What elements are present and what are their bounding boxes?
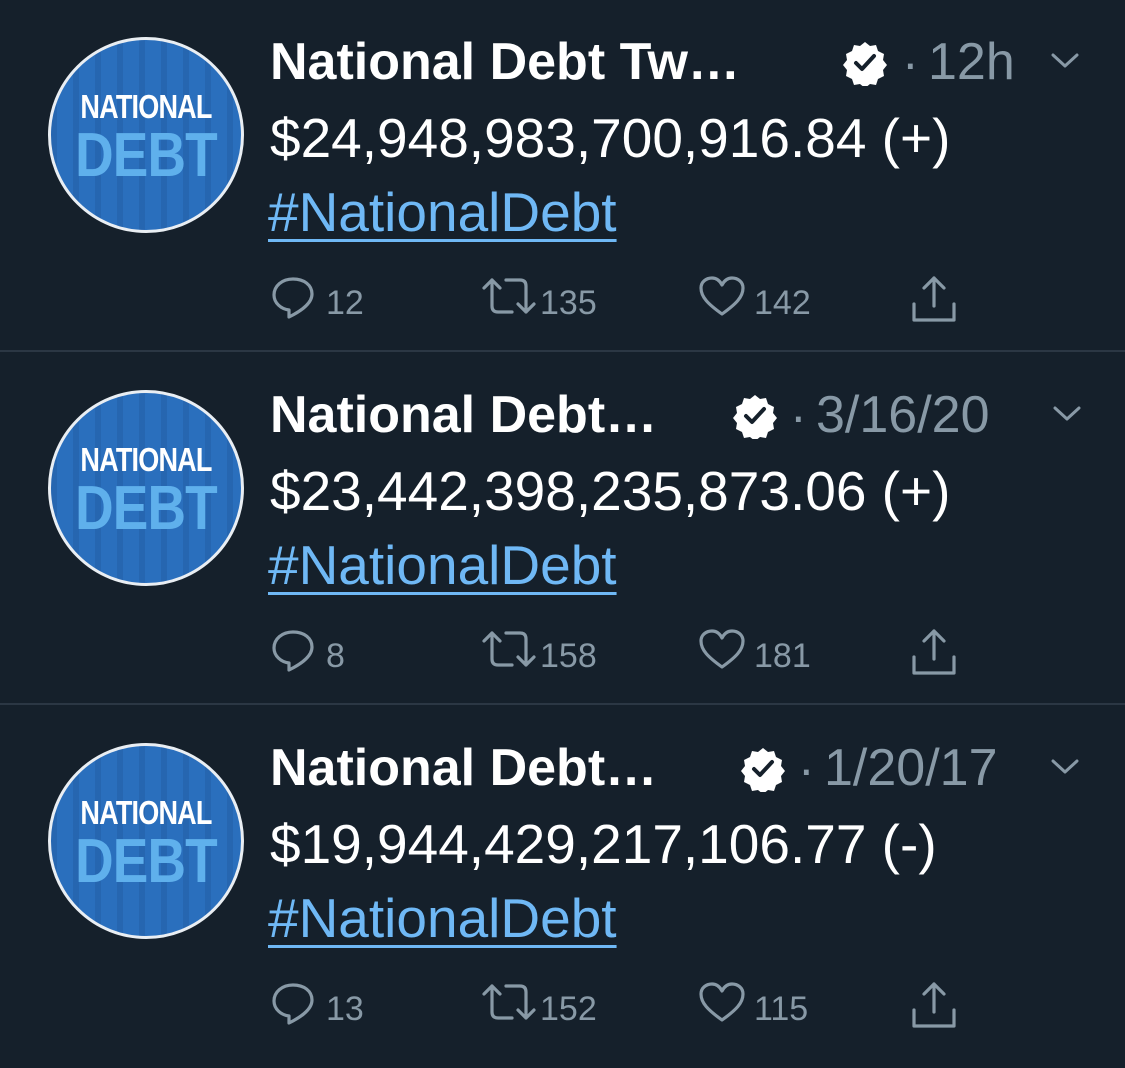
reply-count: 12	[326, 284, 364, 322]
reply-icon	[272, 983, 314, 1025]
tweet[interactable]: NATIONAL DEBT National Debt… · 1/20/17 $…	[0, 706, 1125, 1058]
tweet[interactable]: NATIONAL DEBT National Debt Tw… · 12h $2…	[0, 0, 1125, 352]
avatar[interactable]: NATIONAL DEBT	[48, 37, 244, 233]
tweet-header: National Debt… · 3/16/20	[270, 383, 1100, 447]
chevron-down-icon[interactable]	[1052, 403, 1082, 425]
display-name[interactable]: National Debt…	[270, 385, 657, 445]
retweet-icon	[482, 278, 536, 314]
chevron-down-icon[interactable]	[1050, 50, 1080, 72]
timeline-feed: NATIONAL DEBT National Debt Tw… · 12h $2…	[0, 0, 1125, 1058]
hashtag-link[interactable]: #NationalDebt	[268, 180, 617, 244]
tweet[interactable]: NATIONAL DEBT National Debt… · 3/16/20 $…	[0, 353, 1125, 705]
avatar-text-debt: DEBT	[75, 121, 218, 190]
avatar-text-debt: DEBT	[75, 827, 218, 896]
share-icon	[912, 982, 956, 1028]
like-count: 115	[754, 990, 809, 1028]
share-icon	[912, 276, 956, 322]
avatar[interactable]: NATIONAL DEBT	[48, 743, 244, 939]
verified-badge-icon	[733, 395, 777, 439]
tweet-text-amount: $23,442,398,235,873.06 (+)	[270, 460, 951, 522]
retweet-count: 152	[540, 990, 597, 1028]
retweet-icon	[482, 984, 536, 1020]
display-name[interactable]: National Debt…	[270, 738, 657, 798]
hashtag-link[interactable]: #NationalDebt	[268, 533, 617, 597]
share-icon	[912, 629, 956, 675]
verified-badge-icon	[843, 42, 887, 86]
separator-dot: ·	[902, 35, 919, 91]
separator-dot: ·	[798, 741, 815, 797]
avatar-text-debt: DEBT	[75, 474, 218, 543]
retweet-icon	[482, 631, 536, 667]
timestamp[interactable]: 1/20/17	[824, 738, 998, 798]
timestamp[interactable]: 3/16/20	[816, 385, 990, 445]
tweet-header: National Debt… · 1/20/17	[270, 736, 1100, 800]
reply-icon	[272, 630, 314, 672]
tweet-actions: 8 158 181	[270, 625, 990, 681]
heart-icon	[699, 982, 745, 1022]
like-count: 181	[754, 637, 811, 675]
hashtag-link[interactable]: #NationalDebt	[268, 886, 617, 950]
tweet-actions: 12 135 142	[270, 272, 990, 328]
verified-badge-icon	[741, 748, 785, 792]
tweet-text-amount: $19,944,429,217,106.77 (-)	[270, 813, 937, 875]
avatar[interactable]: NATIONAL DEBT	[48, 390, 244, 586]
heart-icon	[699, 276, 745, 316]
tweet-text-amount: $24,948,983,700,916.84 (+)	[270, 107, 951, 169]
like-count: 142	[754, 284, 811, 322]
display-name[interactable]: National Debt Tw…	[270, 32, 740, 92]
chevron-down-icon[interactable]	[1050, 756, 1080, 778]
heart-icon	[699, 629, 745, 669]
timestamp[interactable]: 12h	[928, 32, 1015, 92]
reply-count: 8	[326, 637, 345, 675]
tweet-header: National Debt Tw… · 12h	[270, 30, 1100, 94]
tweet-actions: 13 152 115	[270, 978, 990, 1034]
retweet-count: 158	[540, 637, 597, 675]
reply-icon	[272, 277, 314, 319]
retweet-count: 135	[540, 284, 597, 322]
separator-dot: ·	[790, 388, 807, 444]
reply-count: 13	[326, 990, 364, 1028]
